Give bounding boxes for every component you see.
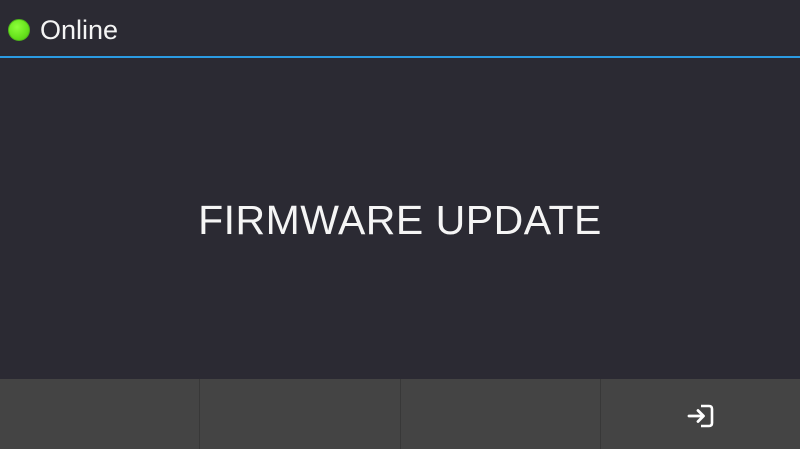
status-bar: Online [0,0,800,58]
softkey-2[interactable] [200,379,401,449]
softkey-3[interactable] [401,379,601,449]
status-label: Online [40,15,119,45]
softkey-1[interactable] [0,379,201,449]
online-status-indicator [8,19,30,41]
login-icon [687,404,714,428]
page-title: FIRMWARE UPDATE [198,197,602,243]
softkey-bar [0,379,800,449]
softkey-4-login[interactable] [601,379,800,449]
